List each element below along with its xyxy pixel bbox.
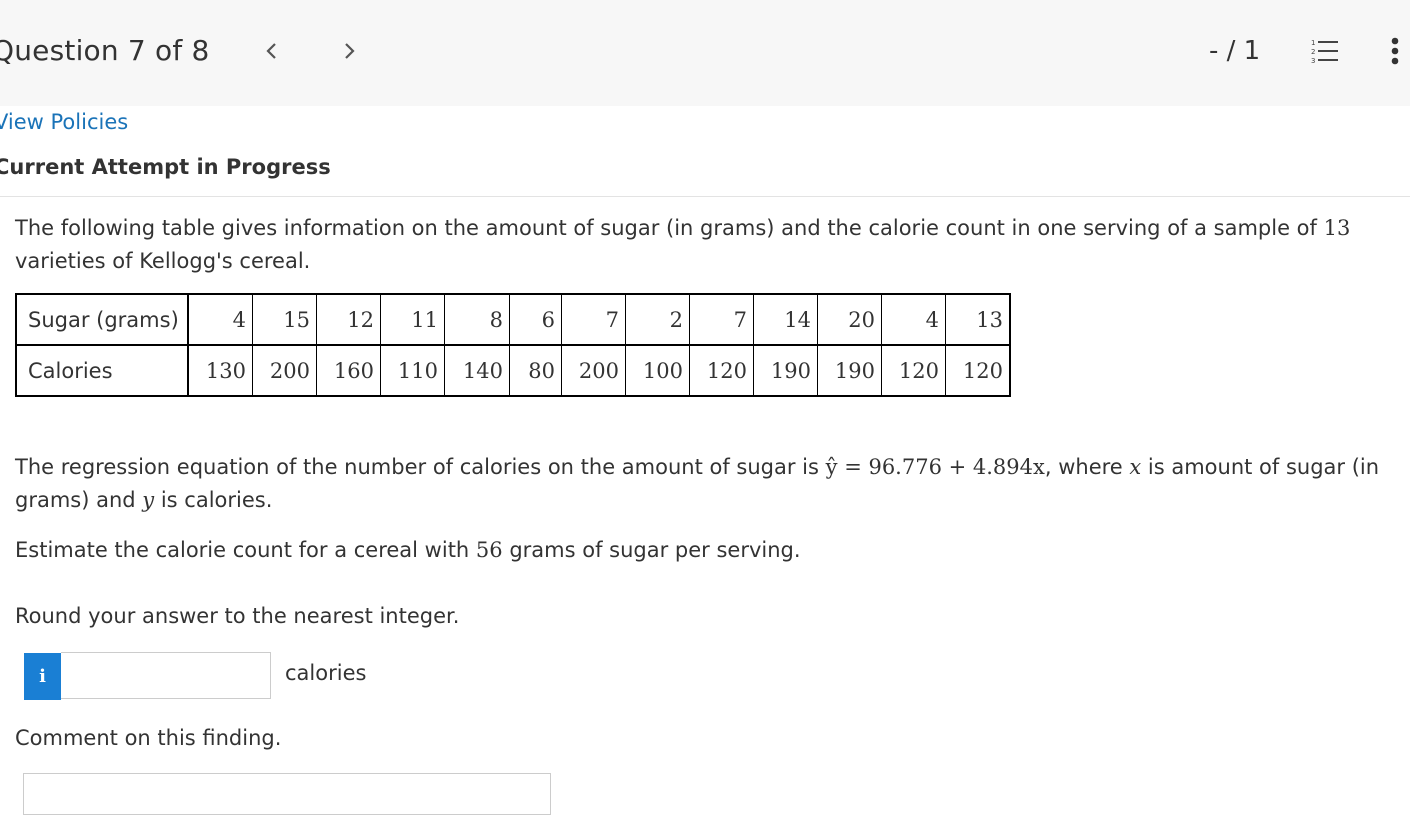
comment-answer-field[interactable]	[23, 773, 551, 815]
estimate-sugar-amount: 56	[475, 538, 503, 562]
svg-text:1: 1	[1311, 39, 1315, 47]
question-header: Question 7 of 8 - / 1 1 2 3	[0, 0, 1410, 106]
regression-equation: = 96.776 + 4.894x	[837, 455, 1045, 479]
table-cell: 130	[187, 344, 253, 397]
estimate-text-pre: Estimate the calorie count for a cereal …	[15, 538, 476, 562]
table-cell: 6	[509, 293, 562, 346]
regression-y-var: y	[142, 488, 155, 512]
regression-text-mid: , where	[1044, 455, 1130, 479]
estimate-prompt: Estimate the calorie count for a cereal …	[15, 534, 1395, 567]
table-cell: 13	[945, 293, 1011, 346]
rounding-instruction: Round your answer to the nearest integer…	[15, 604, 460, 628]
more-vertical-icon	[1391, 37, 1399, 65]
intro-sample-size: 13	[1323, 216, 1351, 240]
table-cell: 4	[881, 293, 946, 346]
more-options-button[interactable]	[1388, 36, 1402, 70]
table-cell: 20	[817, 293, 882, 346]
comment-prompt: Comment on this finding.	[15, 726, 282, 750]
row-label: Sugar (grams)	[15, 293, 189, 346]
attempt-heading: Current Attempt in Progress	[0, 155, 331, 179]
table-cell: 110	[380, 344, 445, 397]
sugar-row: Sugar (grams) 4 15 12 11 8 6 7 2 7 14 20 4 13	[15, 293, 1011, 346]
view-policies-link[interactable]: View Policies	[0, 110, 128, 134]
svg-text:3: 3	[1311, 57, 1315, 65]
table-cell: 120	[945, 344, 1011, 397]
regression-text-post: is calories.	[154, 488, 273, 512]
regression-statement: The regression equation of the number of…	[15, 451, 1395, 517]
table-cell: 200	[561, 344, 626, 397]
regression-text-pre: The regression equation of the number of…	[15, 455, 826, 479]
numbered-list-icon: 1 2 3	[1311, 39, 1338, 65]
question-counter: Question 7 of 8	[0, 34, 210, 67]
calorie-answer-input[interactable]	[61, 652, 271, 699]
estimate-text-post: grams of sugar per serving.	[502, 538, 801, 562]
info-icon[interactable]: i	[24, 653, 61, 700]
question-intro: The following table gives information on…	[15, 212, 1405, 278]
table-cell: 190	[817, 344, 882, 397]
table-cell: 2	[625, 293, 690, 346]
chevron-right-icon	[345, 43, 355, 59]
row-label: Calories	[15, 344, 189, 397]
table-cell: 8	[444, 293, 510, 346]
svg-text:2: 2	[1311, 48, 1315, 56]
table-cell: 160	[316, 344, 381, 397]
table-cell: 15	[252, 293, 317, 346]
table-cell: 4	[187, 293, 253, 346]
table-cell: 100	[625, 344, 690, 397]
previous-question-button[interactable]	[256, 36, 286, 66]
table-cell: 14	[753, 293, 818, 346]
table-cell: 200	[252, 344, 317, 397]
table-cell: 7	[689, 293, 754, 346]
table-cell: 140	[444, 344, 510, 397]
table-cell: 190	[753, 344, 818, 397]
calories-row: Calories 130 200 160 110 140 80 200 100 120 190 190…	[15, 344, 1011, 397]
next-question-button[interactable]	[335, 36, 365, 66]
chevron-left-icon	[266, 43, 276, 59]
table-cell: 120	[689, 344, 754, 397]
table-cell: 80	[509, 344, 562, 397]
data-table: Sugar (grams) 4 15 12 11 8 6 7 2 7 14 20 4 13 Calories…	[15, 293, 1011, 397]
table-cell: 12	[316, 293, 381, 346]
score-display: - / 1	[1209, 36, 1261, 66]
question-list-button[interactable]: 1 2 3	[1311, 38, 1339, 70]
table-cell: 11	[380, 293, 445, 346]
regression-x-var: x	[1129, 455, 1142, 479]
divider	[0, 196, 1410, 197]
regression-yhat: ŷ	[825, 455, 838, 479]
answer-unit: calories	[285, 661, 367, 685]
table-cell: 120	[881, 344, 946, 397]
table-cell: 7	[561, 293, 626, 346]
intro-text-post: varieties of Kellogg's cereal.	[15, 249, 311, 273]
intro-text-pre: The following table gives information on…	[15, 216, 1324, 240]
